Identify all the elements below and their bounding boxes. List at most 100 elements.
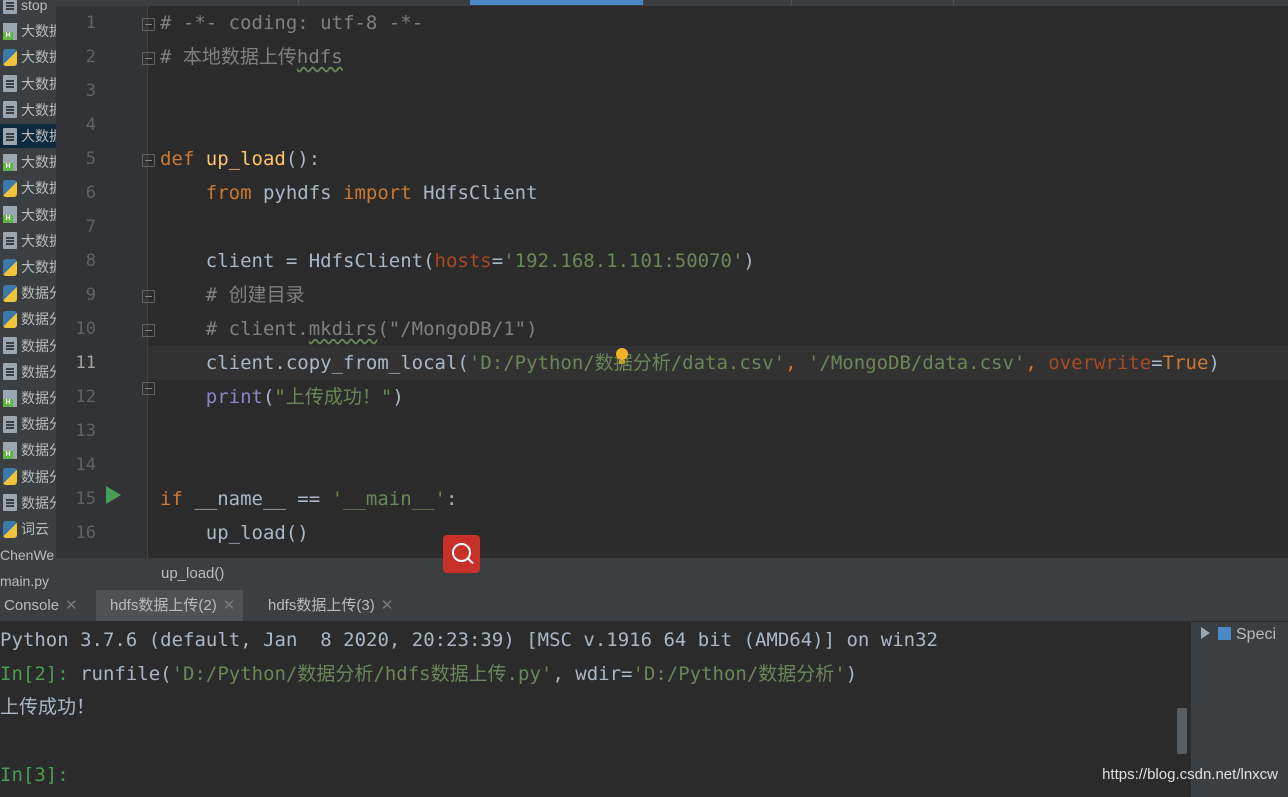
document-icon xyxy=(3,101,17,119)
line-number: 5 xyxy=(85,149,96,169)
hdfs-file-icon xyxy=(3,153,17,171)
python-file-icon xyxy=(3,468,17,486)
sidebar-file-item[interactable]: 大数据 xyxy=(0,229,56,253)
document-icon xyxy=(3,75,17,93)
sidebar-item-label: 数据分 xyxy=(21,337,56,354)
line-number: 10 xyxy=(75,319,96,339)
sidebar-file-item[interactable]: 数据分 xyxy=(0,438,56,462)
breadcrumb[interactable]: up_load() xyxy=(56,558,1288,590)
code-line-9: # 创建目录 xyxy=(205,284,305,306)
document-icon xyxy=(3,0,17,14)
sidebar-file-item[interactable]: 数据分 xyxy=(0,465,56,489)
code-line-12: print("上传成功！") xyxy=(205,386,404,408)
expand-icon[interactable] xyxy=(1201,627,1210,639)
sidebar-item-label: 大数据 xyxy=(21,23,56,40)
sidebar-file-item[interactable]: 大数据 xyxy=(0,203,56,227)
tab-hdfs-upload-3[interactable]: hdfs数据上传(3) ✕ xyxy=(268,590,393,621)
sidebar-file-item[interactable]: 词云 xyxy=(0,517,56,541)
sidebar-file-item[interactable]: 数据分 xyxy=(0,307,56,331)
line-number: 14 xyxy=(75,455,96,475)
sidebar-file-item[interactable]: 大数据 xyxy=(0,124,56,148)
sidebar-file-item[interactable]: 大数据 xyxy=(0,98,56,122)
document-icon xyxy=(3,415,17,433)
code-line-11: client.copy_from_local('D:/Python/数据分析/d… xyxy=(205,352,1220,374)
hdfs-file-icon xyxy=(3,206,17,224)
python-file-icon xyxy=(3,258,17,276)
code-editor[interactable]: 1 2 3 4 5 6 7 8 9 10 11 12 13 14 15 16 # -*- coding: ut… xyxy=(56,6,1288,558)
code-line-6: from pyhdfs import HdfsClient xyxy=(205,182,538,204)
variables-icon xyxy=(1218,627,1231,640)
python-file-icon xyxy=(3,48,17,66)
sidebar-item-label: 数据分 xyxy=(21,416,56,433)
sidebar-file-item[interactable]: 大数据 xyxy=(0,150,56,174)
sidebar-file-item[interactable]: stop xyxy=(0,0,56,17)
close-icon[interactable]: ✕ xyxy=(381,597,394,614)
sidebar-item-label: 数据分 xyxy=(21,285,56,302)
code-line-5: def up_load(): xyxy=(160,148,321,170)
hdfs-file-icon xyxy=(3,441,17,459)
line-number: 15 xyxy=(75,489,96,509)
code-line-2: # 本地数据上传hdfs xyxy=(160,46,343,68)
python-file-icon xyxy=(3,520,17,538)
fold-icon[interactable] xyxy=(142,382,155,395)
sidebar-file-item[interactable]: 大数据 xyxy=(0,72,56,96)
close-icon[interactable]: ✕ xyxy=(65,597,78,614)
sidebar-item-label: 词云 xyxy=(21,521,49,537)
sidebar-item-label: 数据分 xyxy=(21,363,56,380)
fold-icon[interactable] xyxy=(142,18,155,31)
sidebar-item-label: 大数据 xyxy=(21,206,56,223)
search-icon[interactable] xyxy=(443,535,480,573)
tab-separator xyxy=(298,0,299,5)
code-line-10: # client.mkdirs("/MongoDB/1") xyxy=(205,318,538,340)
special-variables-node[interactable]: Speci xyxy=(1201,626,1276,644)
sidebar-item-label: 大数据 xyxy=(21,259,56,275)
document-icon xyxy=(3,494,17,512)
fold-icon[interactable] xyxy=(142,52,155,65)
console-scrollbar[interactable] xyxy=(1177,708,1187,754)
sidebar-item-label: 大数据 xyxy=(21,180,56,197)
tab-hdfs-upload-2[interactable]: hdfs数据上传(2) ✕ xyxy=(96,590,244,621)
sidebar-file-item[interactable]: ChenWe xyxy=(0,543,56,567)
line-number: 1 xyxy=(85,13,96,33)
lightbulb-icon[interactable] xyxy=(616,348,628,364)
document-icon xyxy=(3,363,17,381)
sidebar-file-item[interactable]: 数据分 xyxy=(0,491,56,515)
console-prompt[interactable]: In[3]: xyxy=(0,758,69,792)
close-icon[interactable]: ✕ xyxy=(223,597,236,614)
fold-icon[interactable] xyxy=(142,324,155,337)
console-tab-bar: Console ✕ hdfs数据上传(2) ✕ hdfs数据上传(3) ✕ xyxy=(0,590,1288,622)
sidebar-file-item[interactable]: 大数据 xyxy=(0,45,56,69)
sidebar-file-item[interactable]: 数据分 xyxy=(0,360,56,384)
python-console[interactable]: Python 3.7.6 (default, Jan 8 2020, 20:23… xyxy=(0,622,1190,797)
line-number: 12 xyxy=(75,387,96,407)
run-icon[interactable] xyxy=(106,486,121,504)
sidebar-file-item[interactable]: 数据分 xyxy=(0,412,56,436)
python-file-icon xyxy=(3,179,17,197)
tab-separator xyxy=(791,0,792,5)
sidebar-file-item[interactable]: 数据分 xyxy=(0,281,56,305)
sidebar-file-item[interactable]: 大数据 xyxy=(0,255,56,279)
fold-icon[interactable] xyxy=(142,290,155,303)
console-output: 上传成功！ xyxy=(0,696,96,718)
code-line-1: # -*- coding: utf-8 -*- xyxy=(160,12,424,34)
line-number: 16 xyxy=(75,523,96,543)
sidebar-file-item[interactable]: 数据分 xyxy=(0,386,56,410)
sidebar-item-label: stop xyxy=(21,0,48,13)
hdfs-file-icon xyxy=(3,22,17,40)
code-line-16: up_load() xyxy=(205,522,309,544)
sidebar-file-item[interactable]: 大数据 xyxy=(0,176,56,200)
console-command-line: In[2]: runfile('D:/Python/数据分析/hdfs数据上传.… xyxy=(0,663,858,685)
sidebar-item-label: 数据分 xyxy=(21,390,56,406)
console-banner: Python 3.7.6 (default, Jan 8 2020, 20:23… xyxy=(0,629,938,651)
sidebar-file-item[interactable]: main.py xyxy=(0,569,56,590)
line-number: 2 xyxy=(85,47,96,67)
tab-console[interactable]: Console ✕ xyxy=(4,590,78,621)
sidebar-file-item[interactable]: 数据分 xyxy=(0,334,56,358)
python-file-icon xyxy=(3,310,17,328)
watermark: https://blog.csdn.net/lnxcw xyxy=(1102,766,1278,783)
sidebar-item-label: 大数据 xyxy=(21,154,56,171)
sidebar-item-label: ChenWe xyxy=(0,547,55,564)
sidebar-file-item[interactable]: 大数据 xyxy=(0,19,56,43)
sidebar-item-label: 大数据 xyxy=(21,232,56,249)
fold-icon[interactable] xyxy=(142,154,155,167)
